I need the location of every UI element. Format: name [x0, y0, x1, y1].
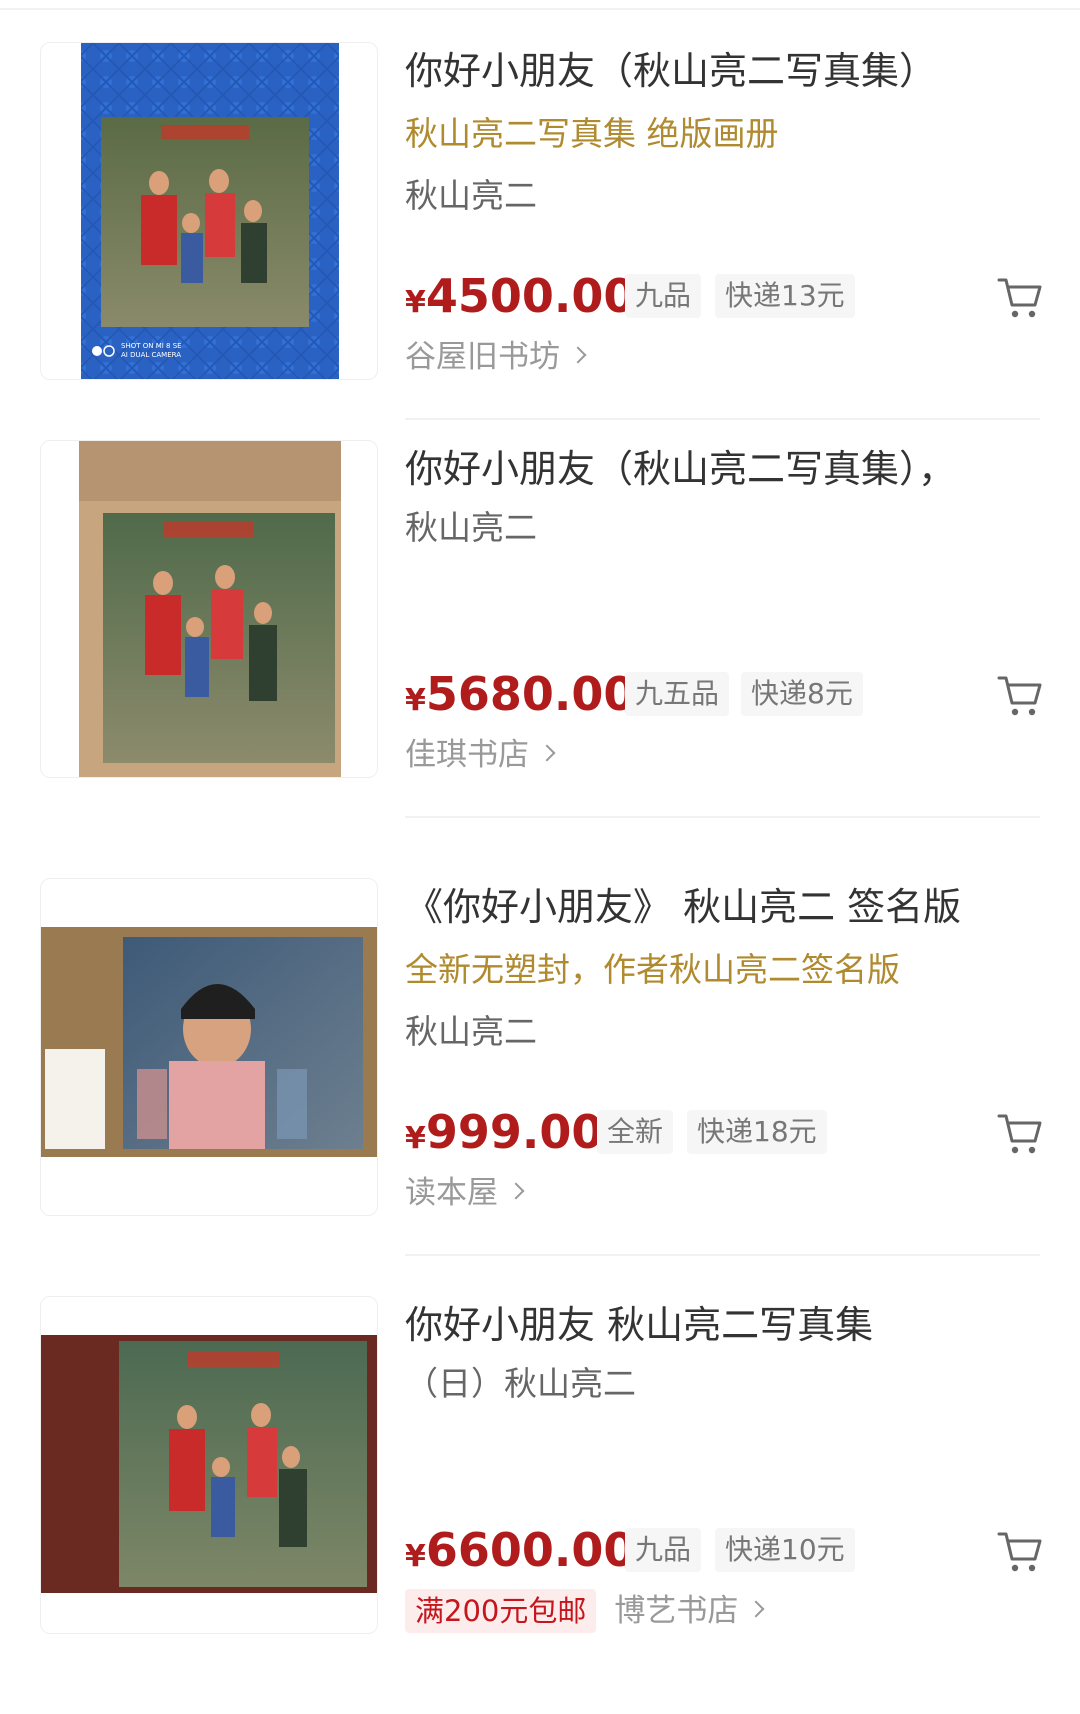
condition-tag: 九品 [625, 1528, 702, 1572]
shipping-tag: 快递10元 [715, 1528, 855, 1572]
svg-text:SHOT ON MI 8 SE: SHOT ON MI 8 SE [121, 342, 182, 350]
shopping-cart-icon[interactable] [995, 670, 1045, 720]
listing-title[interactable]: 你好小朋友（秋山亮二写真集）， [405, 444, 956, 494]
price-row: ¥6600.00 九品 快递10元 [405, 1520, 1045, 1580]
listing-author: 秋山亮二 [405, 1012, 537, 1051]
svg-text:AI DUAL CAMERA: AI DUAL CAMERA [121, 351, 181, 359]
list-divider [405, 1254, 1040, 1256]
condition-tag: 九五品 [625, 672, 730, 716]
price-amount: 999.00 [425, 1105, 604, 1159]
shopping-cart-icon[interactable] [995, 1108, 1045, 1158]
listing-item[interactable]: 《你好小朋友》 秋山亮二 签名版 全新无塑封，作者秋山亮二签名版 秋山亮二 ¥9… [0, 878, 1080, 1296]
listing-title[interactable]: 你好小朋友（秋山亮二写真集） [405, 46, 937, 96]
shop-name: 谷屋旧书坊 [405, 339, 560, 375]
condition-tag: 全新 [597, 1110, 674, 1154]
price-row: ¥5680.00 九五品 快递8元 [405, 664, 1045, 724]
book-cover-image[interactable] [40, 1296, 378, 1634]
price-row: ¥999.00 全新 快递18元 [405, 1102, 1045, 1162]
listing-subtitle: 秋山亮二写真集 绝版画册 [405, 114, 779, 153]
chevron-right-icon [507, 1182, 525, 1200]
shop-link[interactable]: 读本屋 [405, 1170, 525, 1216]
currency-symbol: ¥ [405, 683, 426, 718]
price: ¥4500.00 [405, 266, 635, 326]
top-divider [0, 8, 1080, 10]
book-cover-image[interactable]: SHOT ON MI 8 SE AI DUAL CAMERA [40, 42, 378, 380]
shop-name: 博艺书店 [614, 1593, 739, 1629]
price: ¥6600.00 [405, 1520, 635, 1580]
listing-item[interactable]: 你好小朋友 秋山亮二写真集 （日）秋山亮二 ¥6600.00 九品 快递10元 … [0, 1296, 1080, 1714]
shipping-tag: 快递8元 [741, 672, 863, 716]
free-shipping-promo-badge: 满200元包邮 [405, 1589, 597, 1633]
shop-name: 读本屋 [405, 1175, 498, 1211]
shopping-cart-icon[interactable] [995, 1526, 1045, 1576]
currency-symbol: ¥ [405, 1121, 426, 1156]
shipping-tag: 快递13元 [715, 274, 855, 318]
book-cover-image[interactable] [40, 878, 378, 1216]
price: ¥5680.00 [405, 664, 635, 724]
listing-item[interactable]: SHOT ON MI 8 SE AI DUAL CAMERA 你好小朋友（秋山亮… [0, 42, 1080, 460]
shop-link[interactable]: 满200元包邮 博艺书店 [405, 1588, 765, 1634]
list-divider [405, 418, 1040, 420]
price: ¥999.00 [405, 1102, 603, 1162]
list-divider [405, 816, 1040, 818]
shop-name: 佳琪书店 [405, 737, 529, 773]
price-row: ¥4500.00 九品 快递13元 [405, 266, 1045, 326]
listing-subtitle: 全新无塑封，作者秋山亮二签名版 [405, 950, 900, 989]
listing-title[interactable]: 《你好小朋友》 秋山亮二 签名版 [405, 882, 961, 932]
price-amount: 6600.00 [425, 1523, 636, 1577]
listing-title[interactable]: 你好小朋友 秋山亮二写真集 [405, 1300, 873, 1350]
condition-tag: 九品 [625, 274, 702, 318]
chevron-right-icon [538, 744, 556, 762]
listing-author: 秋山亮二 [405, 508, 537, 547]
listing-author: （日）秋山亮二 [405, 1364, 636, 1403]
shop-link[interactable]: 谷屋旧书坊 [405, 334, 587, 380]
price-amount: 4500.00 [425, 269, 636, 323]
listing-item[interactable]: 你好小朋友（秋山亮二写真集）， 秋山亮二 ¥5680.00 九五品 快递8元 佳… [0, 440, 1080, 858]
currency-symbol: ¥ [405, 285, 426, 320]
chevron-right-icon [569, 346, 587, 364]
price-amount: 5680.00 [425, 667, 636, 721]
currency-symbol: ¥ [405, 1539, 426, 1574]
chevron-right-icon [747, 1600, 765, 1618]
book-cover-image[interactable] [40, 440, 378, 778]
shopping-cart-icon[interactable] [995, 272, 1045, 322]
shipping-tag: 快递18元 [687, 1110, 827, 1154]
shop-link[interactable]: 佳琪书店 [405, 732, 556, 778]
listing-author: 秋山亮二 [405, 176, 537, 215]
